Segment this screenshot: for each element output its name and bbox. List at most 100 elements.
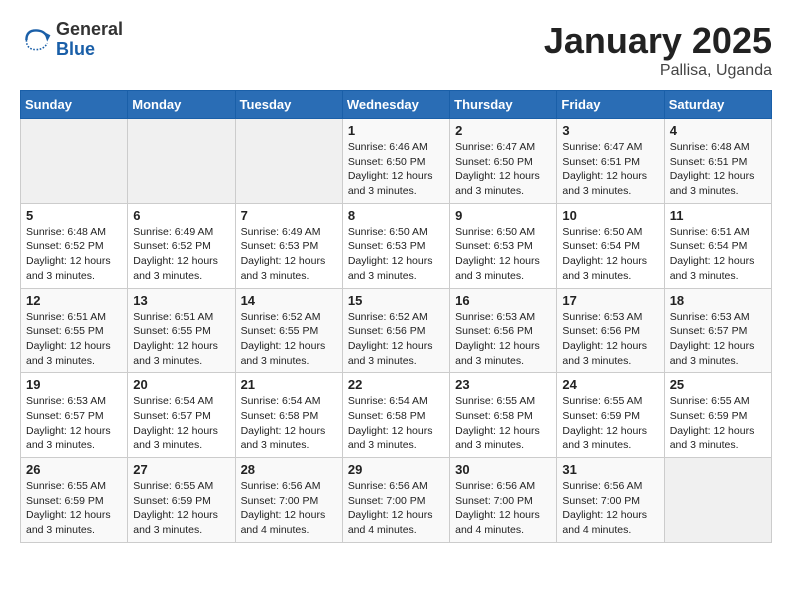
day-info: Sunrise: 6:47 AMSunset: 6:51 PMDaylight:… [562,140,658,199]
day-number: 25 [670,377,766,392]
day-number: 9 [455,208,551,223]
day-info: Sunrise: 6:55 AMSunset: 6:59 PMDaylight:… [133,479,229,538]
day-cell: 3 Sunrise: 6:47 AMSunset: 6:51 PMDaylight… [557,119,664,204]
logo-blue: Blue [56,40,123,60]
day-info: Sunrise: 6:56 AMSunset: 7:00 PMDaylight:… [455,479,551,538]
day-info: Sunrise: 6:56 AMSunset: 7:00 PMDaylight:… [562,479,658,538]
week-row-1: 1 Sunrise: 6:46 AMSunset: 6:50 PMDaylight… [21,119,772,204]
week-row-2: 5 Sunrise: 6:48 AMSunset: 6:52 PMDaylight… [21,203,772,288]
day-number: 30 [455,462,551,477]
day-number: 5 [26,208,122,223]
day-cell: 20 Sunrise: 6:54 AMSunset: 6:57 PMDayligh… [128,373,235,458]
day-cell: 8 Sunrise: 6:50 AMSunset: 6:53 PMDaylight… [342,203,449,288]
day-cell: 6 Sunrise: 6:49 AMSunset: 6:52 PMDaylight… [128,203,235,288]
day-number: 3 [562,123,658,138]
day-info: Sunrise: 6:50 AMSunset: 6:53 PMDaylight:… [455,225,551,284]
day-info: Sunrise: 6:53 AMSunset: 6:56 PMDaylight:… [562,310,658,369]
logo-general: General [56,20,123,40]
day-cell: 16 Sunrise: 6:53 AMSunset: 6:56 PMDayligh… [450,288,557,373]
day-cell [128,119,235,204]
day-cell: 15 Sunrise: 6:52 AMSunset: 6:56 PMDayligh… [342,288,449,373]
day-info: Sunrise: 6:50 AMSunset: 6:54 PMDaylight:… [562,225,658,284]
day-number: 24 [562,377,658,392]
day-cell: 30 Sunrise: 6:56 AMSunset: 7:00 PMDayligh… [450,458,557,543]
day-number: 4 [670,123,766,138]
day-number: 15 [348,293,444,308]
day-info: Sunrise: 6:54 AMSunset: 6:57 PMDaylight:… [133,394,229,453]
day-cell: 13Sunrise: 6:51 AMSunset: 6:55 PMDayligh… [128,288,235,373]
day-number: 22 [348,377,444,392]
day-number: 1 [348,123,444,138]
day-cell: 26Sunrise: 6:55 AMSunset: 6:59 PMDayligh… [21,458,128,543]
day-cell: 17 Sunrise: 6:53 AMSunset: 6:56 PMDayligh… [557,288,664,373]
day-cell: 28Sunrise: 6:56 AMSunset: 7:00 PMDayligh… [235,458,342,543]
day-info: Sunrise: 6:48 AMSunset: 6:52 PMDaylight:… [26,225,122,284]
day-number: 7 [241,208,337,223]
day-info: Sunrise: 6:51 AMSunset: 6:55 PMDaylight:… [26,310,122,369]
day-info: Sunrise: 6:51 AMSunset: 6:54 PMDaylight:… [670,225,766,284]
day-info: Sunrise: 6:50 AMSunset: 6:53 PMDaylight:… [348,225,444,284]
day-info: Sunrise: 6:55 AMSunset: 6:59 PMDaylight:… [562,394,658,453]
logo-text: General Blue [56,20,123,60]
day-info: Sunrise: 6:49 AMSunset: 6:52 PMDaylight:… [133,225,229,284]
day-cell: 24 Sunrise: 6:55 AMSunset: 6:59 PMDayligh… [557,373,664,458]
day-cell [664,458,771,543]
day-info: Sunrise: 6:52 AMSunset: 6:55 PMDaylight:… [241,310,337,369]
day-info: Sunrise: 6:54 AMSunset: 6:58 PMDaylight:… [241,394,337,453]
day-number: 11 [670,208,766,223]
day-number: 14 [241,293,337,308]
day-cell: 1 Sunrise: 6:46 AMSunset: 6:50 PMDaylight… [342,119,449,204]
calendar-table: SundayMondayTuesdayWednesdayThursdayFrid… [20,90,772,543]
day-cell: 18 Sunrise: 6:53 AMSunset: 6:57 PMDayligh… [664,288,771,373]
day-cell: 5 Sunrise: 6:48 AMSunset: 6:52 PMDaylight… [21,203,128,288]
col-header-friday: Friday [557,91,664,119]
day-info: Sunrise: 6:55 AMSunset: 6:58 PMDaylight:… [455,394,551,453]
day-info: Sunrise: 6:51 AMSunset: 6:55 PMDaylight:… [133,310,229,369]
day-number: 19 [26,377,122,392]
day-cell: 12Sunrise: 6:51 AMSunset: 6:55 PMDayligh… [21,288,128,373]
day-number: 27 [133,462,229,477]
day-info: Sunrise: 6:54 AMSunset: 6:58 PMDaylight:… [348,394,444,453]
day-number: 20 [133,377,229,392]
day-info: Sunrise: 6:53 AMSunset: 6:57 PMDaylight:… [670,310,766,369]
day-number: 2 [455,123,551,138]
day-cell: 25 Sunrise: 6:55 AMSunset: 6:59 PMDayligh… [664,373,771,458]
day-number: 6 [133,208,229,223]
day-info: Sunrise: 6:55 AMSunset: 6:59 PMDaylight:… [670,394,766,453]
week-row-5: 26 Sunrise: 6:55 AMSunset: 6:59 PMDayligh… [21,458,772,543]
day-cell: 23 Sunrise: 6:55 AMSunset: 6:58 PMDayligh… [450,373,557,458]
day-cell [235,119,342,204]
day-cell [21,119,128,204]
day-cell: 11 Sunrise: 6:51 AMSunset: 6:54 PMDayligh… [664,203,771,288]
col-header-saturday: Saturday [664,91,771,119]
col-header-tuesday: Tuesday [235,91,342,119]
day-cell: 19Sunrise: 6:53 AMSunset: 6:57 PMDayligh… [21,373,128,458]
day-info: Sunrise: 6:52 AMSunset: 6:56 PMDaylight:… [348,310,444,369]
day-cell: 22 Sunrise: 6:54 AMSunset: 6:58 PMDayligh… [342,373,449,458]
day-cell: 4Sunrise: 6:48 AMSunset: 6:51 PMDaylight… [664,119,771,204]
logo: General Blue [20,20,123,60]
day-info: Sunrise: 6:53 AMSunset: 6:56 PMDaylight:… [455,310,551,369]
col-header-thursday: Thursday [450,91,557,119]
day-number: 10 [562,208,658,223]
day-number: 17 [562,293,658,308]
day-number: 8 [348,208,444,223]
day-number: 26 [26,462,122,477]
day-number: 16 [455,293,551,308]
day-info: Sunrise: 6:47 AMSunset: 6:50 PMDaylight:… [455,140,551,199]
day-cell: 9 Sunrise: 6:50 AMSunset: 6:53 PMDaylight… [450,203,557,288]
day-cell: 21 Sunrise: 6:54 AMSunset: 6:58 PMDayligh… [235,373,342,458]
month-title: January 2025 [544,20,772,62]
location-subtitle: Pallisa, Uganda [544,62,772,80]
day-number: 21 [241,377,337,392]
day-cell: 31Sunrise: 6:56 AMSunset: 7:00 PMDayligh… [557,458,664,543]
day-number: 18 [670,293,766,308]
col-header-wednesday: Wednesday [342,91,449,119]
week-row-3: 12Sunrise: 6:51 AMSunset: 6:55 PMDayligh… [21,288,772,373]
day-number: 23 [455,377,551,392]
day-cell: 29Sunrise: 6:56 AMSunset: 7:00 PMDayligh… [342,458,449,543]
day-info: Sunrise: 6:56 AMSunset: 7:00 PMDaylight:… [241,479,337,538]
day-info: Sunrise: 6:46 AMSunset: 6:50 PMDaylight:… [348,140,444,199]
page-header: General Blue January 2025 Pallisa, Ugand… [20,20,772,80]
day-cell: 14 Sunrise: 6:52 AMSunset: 6:55 PMDayligh… [235,288,342,373]
